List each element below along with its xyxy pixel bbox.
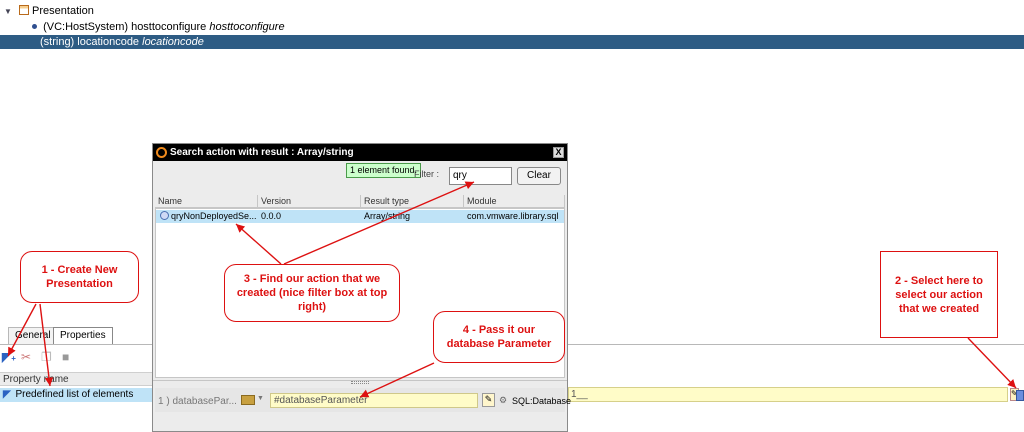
arrow-callout-1-b [39, 303, 54, 387]
arrow-callout-3-a [283, 181, 475, 265]
annotation-arrows [7, 181, 1017, 398]
arrow-callout-2 [967, 337, 1017, 389]
arrow-callout-1-a [7, 303, 37, 357]
callout-select-action: 2 - Select here to select our action tha… [880, 251, 998, 338]
arrow-callout-3-b [235, 223, 282, 265]
arrow-callout-4 [359, 362, 435, 398]
callout-create-new-presentation: 1 - Create New Presentation [20, 251, 139, 303]
callout-pass-parameter: 4 - Pass it our database Parameter [433, 311, 565, 363]
callout-find-action: 3 - Find our action that we created (nic… [224, 264, 400, 322]
